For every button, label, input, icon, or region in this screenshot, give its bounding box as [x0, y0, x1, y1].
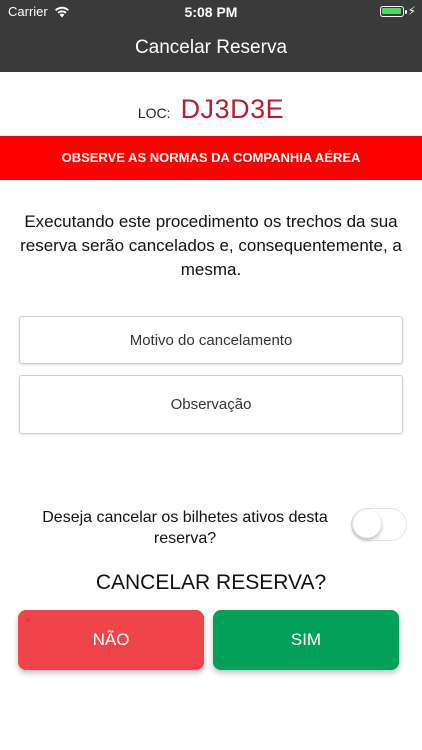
- battery-icon: [380, 6, 407, 17]
- cancel-reason-placeholder: Motivo do cancelamento: [129, 331, 293, 349]
- cancel-reason-field[interactable]: Motivo do cancelamento: [19, 316, 403, 364]
- confirm-question: CANCELAR RESERVA?: [95, 571, 327, 594]
- cancel-tickets-question: Deseja cancelar os bilhetes ativos desta…: [42, 509, 328, 547]
- notes-field[interactable]: Observação: [19, 375, 403, 434]
- yes-button-label: SIM: [290, 630, 322, 649]
- charging-bolt-icon: ⚡︎: [407, 4, 416, 18]
- locator-row: LOC: DJ3D3E: [0, 94, 422, 125]
- status-bar: Carrier 5:08 PM ⚡︎: [0, 0, 422, 24]
- info-text: Executando este procedimento os trechos …: [20, 212, 402, 279]
- yes-button[interactable]: SIM: [213, 610, 399, 670]
- page-title: Cancelar Reserva: [134, 37, 288, 58]
- locator-label: LOC:: [137, 105, 171, 121]
- navigation-bar: Cancelar Reserva: [0, 24, 422, 72]
- warning-banner: OBSERVE AS NORMAS DA COMPANHIA AÉREA: [0, 136, 422, 180]
- no-button-label: NÃO: [92, 630, 130, 649]
- notes-placeholder: Observação: [170, 396, 252, 413]
- toggle-knob: [353, 510, 381, 538]
- locator-code: DJ3D3E: [180, 94, 285, 124]
- no-button[interactable]: NÃO: [18, 610, 204, 670]
- status-time: 5:08 PM: [184, 4, 238, 20]
- battery-fill: [382, 8, 401, 14]
- cancel-tickets-toggle[interactable]: [351, 508, 407, 541]
